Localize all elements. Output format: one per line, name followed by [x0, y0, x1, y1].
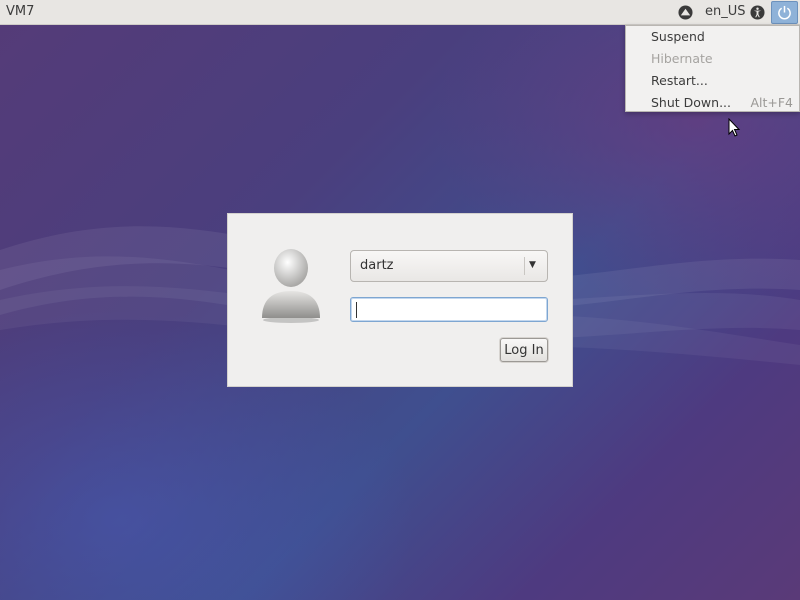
- log-in-button[interactable]: Log In: [500, 338, 548, 362]
- power-icon: [778, 5, 791, 20]
- menu-item-suspend[interactable]: Suspend: [651, 29, 705, 44]
- selected-user: dartz: [360, 258, 394, 273]
- mouse-pointer-icon: [728, 118, 741, 137]
- user-select[interactable]: dartz ▼: [350, 250, 548, 282]
- language-indicator[interactable]: en_US: [705, 4, 746, 19]
- host-name: VM7: [6, 4, 35, 19]
- select-divider: [524, 257, 525, 275]
- power-button[interactable]: [771, 1, 798, 24]
- network-icon[interactable]: [678, 5, 693, 20]
- text-caret: [356, 302, 357, 318]
- accessibility-icon[interactable]: [750, 5, 765, 20]
- power-menu: Suspend Hibernate Restart... Shut Down..…: [625, 25, 800, 112]
- menu-item-hibernate: Hibernate: [651, 51, 713, 66]
- top-panel: VM7 en_US: [0, 0, 800, 25]
- menu-item-restart[interactable]: Restart...: [651, 73, 708, 88]
- login-dialog: dartz ▼ Log In: [227, 213, 573, 387]
- shut-down-shortcut: Alt+F4: [750, 95, 793, 110]
- user-avatar-icon: [262, 249, 320, 323]
- chevron-down-icon: ▼: [529, 260, 536, 270]
- password-input[interactable]: [350, 297, 548, 322]
- menu-item-shut-down[interactable]: Shut Down...: [651, 95, 731, 110]
